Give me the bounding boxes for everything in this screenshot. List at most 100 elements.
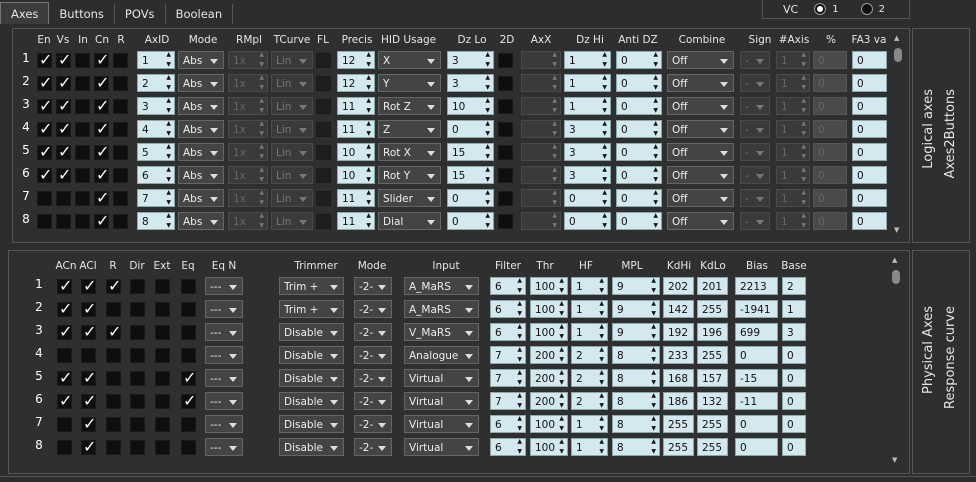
checkbox-dir[interactable]: [130, 440, 145, 455]
precis-spinner[interactable]: 12: [337, 50, 375, 70]
axx-spinner[interactable]: [521, 50, 561, 70]
checkbox-acn[interactable]: [57, 299, 72, 318]
hf-spinner[interactable]: 1: [571, 437, 608, 457]
vc-radio-1[interactable]: [814, 3, 827, 15]
checkbox-r[interactable]: [113, 145, 128, 160]
sign-dropdown[interactable]: -: [740, 97, 770, 115]
sign-dropdown[interactable]: -: [740, 51, 770, 69]
mpl-spinner[interactable]: 8: [612, 391, 660, 411]
precis-spinner[interactable]: 11: [337, 211, 375, 231]
mode-dropdown[interactable]: -2-: [354, 277, 392, 295]
rmpl-spinner[interactable]: 1x: [228, 142, 268, 162]
hf-spinner[interactable]: 1: [571, 276, 608, 296]
combine-dropdown[interactable]: Off: [667, 74, 734, 92]
axid-spinner[interactable]: 6: [137, 165, 175, 185]
checkbox-en[interactable]: [37, 50, 52, 69]
dz-hi-spinner[interactable]: 1: [564, 96, 611, 116]
axid-spinner[interactable]: 7: [137, 188, 175, 208]
sign-dropdown[interactable]: -: [740, 74, 770, 92]
checkbox-eq[interactable]: [181, 279, 196, 294]
hid-usage-dropdown[interactable]: Rot Y: [378, 166, 441, 184]
checkbox-dir[interactable]: [130, 325, 145, 340]
anti-dz-spinner[interactable]: 0: [616, 96, 662, 116]
checkbox-vs[interactable]: [56, 165, 71, 184]
thr-spinner[interactable]: 100: [530, 299, 568, 319]
sign-dropdown[interactable]: -: [740, 120, 770, 138]
combine-dropdown[interactable]: Off: [667, 166, 734, 184]
tcurve-dropdown[interactable]: Lin: [271, 212, 313, 230]
checkbox-ext[interactable]: [155, 348, 170, 363]
mode-dropdown[interactable]: -2-: [354, 300, 392, 318]
checkbox-eq[interactable]: [181, 391, 196, 410]
dz-hi-spinner[interactable]: 0: [564, 188, 611, 208]
hid-usage-dropdown[interactable]: Z: [378, 120, 441, 138]
checkbox-in[interactable]: [75, 53, 90, 68]
naxis-spinner[interactable]: 1: [776, 142, 810, 162]
checkbox-cn[interactable]: [94, 211, 109, 230]
2d-checkbox[interactable]: [498, 214, 513, 229]
2d-checkbox[interactable]: [498, 99, 513, 114]
fl-checkbox[interactable]: [316, 191, 331, 206]
anti-dz-spinner[interactable]: 0: [616, 119, 662, 139]
axid-spinner[interactable]: 1: [137, 50, 175, 70]
checkbox-acn[interactable]: [57, 276, 72, 295]
trimmer-dropdown[interactable]: Disable: [279, 369, 344, 387]
combine-dropdown[interactable]: Off: [667, 212, 734, 230]
checkbox-cn[interactable]: [94, 119, 109, 138]
anti-dz-spinner[interactable]: 0: [616, 165, 662, 185]
thr-spinner[interactable]: 100: [530, 322, 568, 342]
mode-dropdown[interactable]: Abs: [178, 143, 224, 161]
trimmer-dropdown[interactable]: Disable: [279, 346, 344, 364]
eq-n-dropdown[interactable]: ---: [205, 277, 243, 295]
scroll-down-icon[interactable]: ▼: [892, 456, 897, 464]
checkbox-cn[interactable]: [94, 188, 109, 207]
precis-spinner[interactable]: 10: [337, 142, 375, 162]
checkbox-acl[interactable]: [81, 299, 96, 318]
naxis-spinner[interactable]: 1: [776, 211, 810, 231]
eq-n-dropdown[interactable]: ---: [205, 415, 243, 433]
vc-radio-2[interactable]: [860, 3, 873, 15]
checkbox-cn[interactable]: [94, 165, 109, 184]
eq-n-dropdown[interactable]: ---: [205, 346, 243, 364]
scroll-up-icon[interactable]: ▲: [894, 34, 899, 42]
checkbox-eq[interactable]: [181, 368, 196, 387]
input-dropdown[interactable]: V_MaRS: [404, 323, 479, 341]
tab-axes[interactable]: Axes: [0, 2, 50, 24]
filter-spinner[interactable]: 6: [490, 276, 526, 296]
axx-spinner[interactable]: [521, 165, 561, 185]
checkbox-dir[interactable]: [130, 371, 145, 386]
checkbox-in[interactable]: [75, 99, 90, 114]
filter-spinner[interactable]: 7: [490, 368, 526, 388]
naxis-spinner[interactable]: 1: [776, 165, 810, 185]
checkbox-in[interactable]: [75, 76, 90, 91]
hid-usage-dropdown[interactable]: Rot Z: [378, 97, 441, 115]
dz-lo-spinner[interactable]: 0: [447, 211, 494, 231]
hf-spinner[interactable]: 2: [571, 368, 608, 388]
checkbox-cn[interactable]: [94, 96, 109, 115]
hid-usage-dropdown[interactable]: X: [378, 51, 441, 69]
checkbox-vs[interactable]: [56, 214, 71, 229]
naxis-spinner[interactable]: 1: [776, 96, 810, 116]
mode-dropdown[interactable]: Abs: [178, 120, 224, 138]
checkbox-in[interactable]: [75, 191, 90, 206]
checkbox-ext[interactable]: [155, 279, 170, 294]
checkbox-dir[interactable]: [130, 279, 145, 294]
mode-dropdown[interactable]: -2-: [354, 323, 392, 341]
precis-spinner[interactable]: 11: [337, 119, 375, 139]
checkbox-ext[interactable]: [155, 417, 170, 432]
sign-dropdown[interactable]: -: [740, 189, 770, 207]
2d-checkbox[interactable]: [498, 122, 513, 137]
2d-checkbox[interactable]: [498, 53, 513, 68]
precis-spinner[interactable]: 11: [337, 188, 375, 208]
tab-boolean[interactable]: Boolean: [166, 4, 234, 24]
input-dropdown[interactable]: Virtual: [404, 415, 479, 433]
checkbox-ext[interactable]: [155, 302, 170, 317]
physical-scrollbar[interactable]: ▲ ▼: [890, 256, 902, 468]
anti-dz-spinner[interactable]: 0: [616, 50, 662, 70]
dz-lo-spinner[interactable]: 10: [447, 96, 494, 116]
dz-hi-spinner[interactable]: 1: [564, 73, 611, 93]
filter-spinner[interactable]: 7: [490, 345, 526, 365]
dz-lo-spinner[interactable]: 15: [447, 165, 494, 185]
checkbox-acl[interactable]: [81, 368, 96, 387]
checkbox-ext[interactable]: [155, 325, 170, 340]
